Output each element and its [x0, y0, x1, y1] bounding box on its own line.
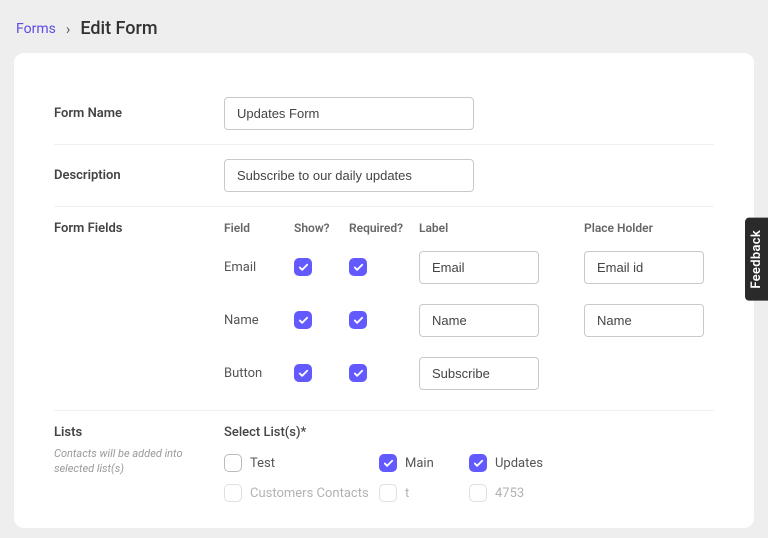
required-checkbox[interactable] [349, 311, 367, 329]
header-required: Required? [349, 221, 419, 235]
list-item[interactable]: Updates [469, 454, 589, 472]
lists-label: Lists [54, 425, 224, 440]
field-name: Button [224, 366, 294, 381]
field-label-input[interactable] [419, 304, 539, 337]
header-show: Show? [294, 221, 349, 235]
form-name-input[interactable] [224, 97, 474, 130]
chevron-right-icon: › [66, 20, 71, 38]
feedback-tab[interactable]: Feedback [745, 218, 768, 301]
field-row-name: Name [224, 304, 724, 337]
field-name: Name [224, 313, 294, 328]
list-item[interactable]: 4753 [469, 484, 589, 502]
description-input[interactable] [224, 159, 474, 192]
field-label-input[interactable] [419, 357, 539, 390]
form-fields-label: Form Fields [54, 221, 224, 236]
show-checkbox[interactable] [294, 258, 312, 276]
field-label-input[interactable] [419, 251, 539, 284]
breadcrumb: Forms › Edit Form [0, 0, 768, 53]
show-checkbox[interactable] [294, 311, 312, 329]
list-item[interactable]: Test [224, 454, 379, 472]
form-name-label: Form Name [54, 106, 224, 121]
list-checkbox[interactable] [469, 454, 487, 472]
list-item-label: t [405, 486, 409, 501]
list-item-label: Updates [495, 456, 543, 471]
field-row-button: Button [224, 357, 724, 390]
field-placeholder-input[interactable] [584, 251, 704, 284]
header-placeholder: Place Holder [584, 221, 724, 235]
list-item[interactable]: t [379, 484, 469, 502]
list-item-label: Main [405, 456, 434, 471]
header-label: Label [419, 221, 584, 235]
field-placeholder-input[interactable] [584, 304, 704, 337]
required-checkbox[interactable] [349, 258, 367, 276]
lists-hint: Contacts will be added into selected lis… [54, 446, 204, 477]
list-item-label: Test [250, 456, 275, 471]
list-item-label: 4753 [495, 486, 524, 501]
list-checkbox[interactable] [379, 484, 397, 502]
form-card: Form Name Description Form Fields Field … [14, 53, 754, 528]
fields-header: Field Show? Required? Label Place Holder [224, 221, 724, 235]
page-title: Edit Form [80, 18, 157, 39]
description-label: Description [54, 168, 224, 183]
field-row-email: Email [224, 251, 724, 284]
list-item[interactable]: Main [379, 454, 469, 472]
list-item[interactable]: Customers Contacts [224, 484, 379, 502]
show-checkbox[interactable] [294, 364, 312, 382]
list-checkbox[interactable] [469, 484, 487, 502]
list-item-label: Customers Contacts [250, 486, 369, 501]
list-checkbox[interactable] [379, 454, 397, 472]
select-lists-label: Select List(s)* [224, 425, 714, 440]
list-checkbox[interactable] [224, 454, 242, 472]
list-checkbox[interactable] [224, 484, 242, 502]
required-checkbox[interactable] [349, 364, 367, 382]
header-field: Field [224, 221, 294, 235]
field-name: Email [224, 260, 294, 275]
breadcrumb-forms-link[interactable]: Forms [16, 21, 56, 37]
